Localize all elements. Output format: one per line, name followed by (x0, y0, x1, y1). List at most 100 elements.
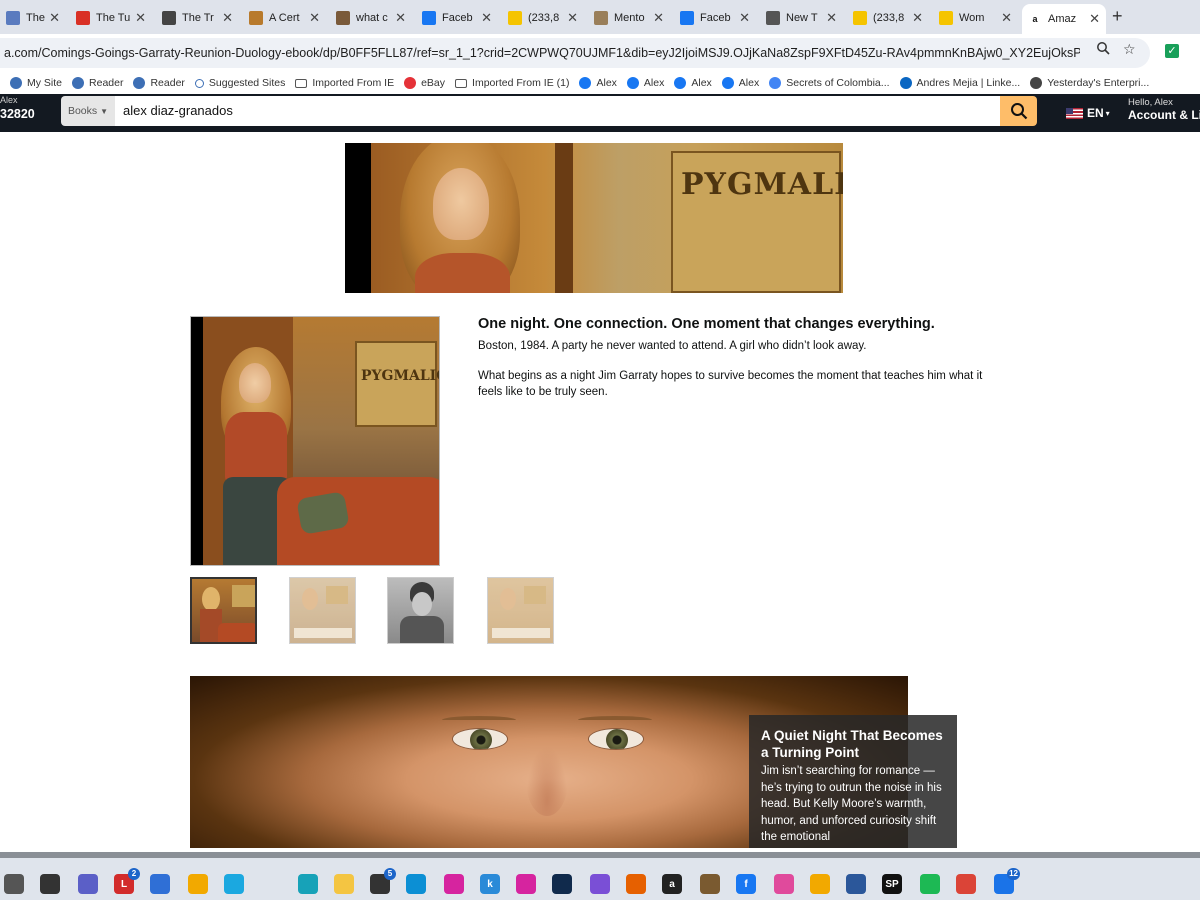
bookmark-item[interactable]: My Site (10, 77, 62, 89)
thumbnail-1[interactable] (190, 577, 257, 644)
store-icon[interactable] (150, 874, 170, 894)
search-category-dropdown[interactable]: Books ▼ (61, 96, 115, 126)
word-icon[interactable] (846, 874, 866, 894)
image-poster-text: PYGMALION (361, 368, 439, 384)
eagle-app-icon[interactable] (4, 874, 24, 894)
thumbnail-2[interactable] (289, 577, 356, 644)
edge-canary-icon[interactable] (188, 874, 208, 894)
close-tab-icon[interactable]: ✕ (309, 10, 320, 26)
amazon-icon[interactable]: a (662, 874, 682, 894)
browser-tab[interactable]: Faceb ✕ (674, 4, 756, 32)
aplus-text-overlay: A Quiet Night That Becomes a Turning Poi… (749, 715, 957, 848)
bookmark-item[interactable]: Imported From IE (295, 77, 394, 89)
thumbnail-4[interactable] (487, 577, 554, 644)
language-selector[interactable]: EN ▾ (1066, 106, 1110, 120)
desktop-icon[interactable] (40, 874, 60, 894)
amazon-prime-icon[interactable] (298, 874, 318, 894)
k-app-icon[interactable]: k (480, 874, 500, 894)
bookmark-label: Reader (89, 77, 124, 89)
close-tab-icon[interactable]: ✕ (135, 10, 146, 26)
account-greeting[interactable]: Hello, Alex (1128, 97, 1173, 108)
edge-icon[interactable] (406, 874, 426, 894)
bookmark-item[interactable]: Secrets of Colombia... (769, 77, 890, 89)
close-tab-icon[interactable]: ✕ (739, 10, 750, 26)
close-tab-icon[interactable]: ✕ (1001, 10, 1012, 26)
browser-tab[interactable]: (233,8 ✕ (847, 4, 929, 32)
edge-canary-icon[interactable] (810, 874, 830, 894)
browser-tab[interactable]: a Amaz ✕ (1022, 4, 1106, 34)
instagram-icon[interactable] (444, 874, 464, 894)
bookmarks-bar: My Site Reader Reader Suggested Sites Import… (0, 72, 1200, 94)
close-tab-icon[interactable]: ✕ (395, 10, 406, 26)
sp-app-icon[interactable]: SP (882, 874, 902, 894)
left-eye (452, 728, 508, 750)
bookmark-item[interactable]: Reader (72, 77, 123, 89)
thumbnail-3[interactable] (387, 577, 454, 644)
close-tab-icon[interactable]: ✕ (826, 10, 837, 26)
bookmark-item[interactable]: Reader (133, 77, 185, 89)
file-explorer-icon[interactable] (334, 874, 354, 894)
address-bar[interactable]: a.com/Comings-Goings-Garraty-Reunion-Duo… (0, 38, 1150, 68)
bookmark-item[interactable]: Alex (721, 77, 759, 89)
left-eyebrow (442, 716, 516, 724)
language-label: EN (1087, 106, 1104, 120)
chrome-icon (766, 11, 780, 25)
deliver-to-name[interactable]: Alex (0, 95, 18, 105)
search-button[interactable] (1000, 96, 1037, 126)
book-app-icon[interactable] (700, 874, 720, 894)
close-tab-icon[interactable]: ✕ (653, 10, 664, 26)
teams-icon[interactable] (78, 874, 98, 894)
main-product-image[interactable]: PYGMALION (190, 316, 440, 566)
close-tab-icon[interactable]: ✕ (912, 10, 923, 26)
url-text[interactable]: a.com/Comings-Goings-Garraty-Reunion-Duo… (0, 46, 1080, 60)
bookmark-item[interactable]: Andres Mejia | Linke... (899, 77, 1021, 89)
close-tab-icon[interactable]: ✕ (49, 10, 60, 26)
weather-icon[interactable]: 5 (370, 868, 396, 894)
firefox-icon[interactable] (626, 874, 646, 894)
bookmark-label: Alex (691, 77, 712, 89)
bookmark-item[interactable]: eBay (404, 77, 445, 89)
bookmark-label: eBay (421, 77, 446, 89)
l-app-icon[interactable]: L2 (114, 868, 140, 894)
extension-check-icon[interactable]: ✓ (1165, 44, 1179, 58)
zoom-icon[interactable] (1096, 41, 1110, 58)
bookmark-item[interactable]: Alex (579, 77, 617, 89)
bookmark-item[interactable]: Suggested Sites (194, 77, 285, 89)
spotify-icon[interactable] (920, 874, 940, 894)
chevron-down-icon: ▼ (100, 106, 109, 116)
browser-tab[interactable]: Wom ✕ (933, 4, 1018, 32)
browser-tab[interactable]: A Cert ✕ (243, 4, 326, 32)
browser-tab[interactable]: The Tu ✕ (70, 4, 152, 32)
account-lists-menu[interactable]: Account & Lis (1128, 108, 1200, 122)
browser-tab[interactable]: The Tr ✕ (156, 4, 239, 32)
browser-tab[interactable]: Faceb ✕ (416, 4, 498, 32)
bookmark-item[interactable]: Yesterday's Enterpri... (1030, 77, 1149, 89)
bookmark-item[interactable]: Alex (626, 77, 664, 89)
search-input[interactable]: alex diaz-granados (115, 96, 1000, 126)
close-tab-icon[interactable]: ✕ (222, 10, 233, 26)
copilot-icon[interactable] (774, 874, 794, 894)
bookmark-item[interactable]: Imported From IE (1) (455, 77, 569, 89)
disney-plus-icon[interactable] (552, 874, 572, 894)
close-tab-icon[interactable]: ✕ (481, 10, 492, 26)
close-tab-icon[interactable]: ✕ (567, 10, 578, 26)
browser-tab[interactable]: Mento ✕ (588, 4, 670, 32)
copilot-icon[interactable] (590, 874, 610, 894)
bookmark-item[interactable]: Alex (674, 77, 712, 89)
browser-tab[interactable]: The St ✕ (0, 4, 66, 32)
instagram-icon[interactable] (516, 874, 536, 894)
facebook-icon[interactable]: f (736, 874, 756, 894)
chrome-icon[interactable] (956, 874, 976, 894)
deliver-to-zip[interactable]: 32820 (0, 107, 35, 121)
new-tab-button[interactable]: + (1112, 6, 1123, 27)
bookmark-star-icon[interactable]: ☆ (1123, 41, 1136, 58)
windows-taskbar: L 2 5 k a f SP 12 (0, 852, 1200, 900)
close-tab-icon[interactable]: ✕ (1089, 11, 1100, 27)
bookmark-label: Andres Mejia | Linke... (916, 77, 1021, 89)
remote-desktop-icon[interactable]: 12 (994, 868, 1020, 894)
alexa-icon[interactable] (224, 874, 244, 894)
browser-tab[interactable]: New T ✕ (760, 4, 843, 32)
tab-title: Wom (959, 12, 985, 24)
browser-tab[interactable]: what c ✕ (330, 4, 412, 32)
browser-tab[interactable]: (233,8 ✕ (502, 4, 584, 32)
